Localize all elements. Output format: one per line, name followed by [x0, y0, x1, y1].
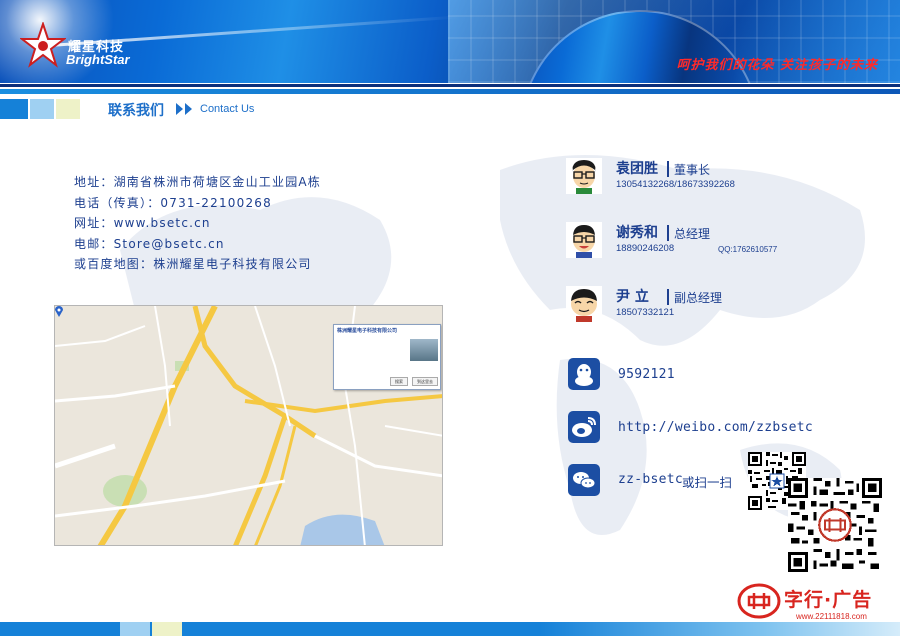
contact-phone: 电话（传真）：0731-22100268: [74, 195, 272, 210]
map-popup-photo: [410, 339, 438, 361]
section-title: 联系我们: [108, 103, 164, 119]
watermark-text: 字行·广告: [784, 589, 873, 611]
avatar-icon: [566, 286, 602, 322]
weibo-icon[interactable]: [568, 411, 600, 443]
avatar-icon: [566, 222, 602, 258]
person-phone: 18507332121: [616, 307, 675, 318]
map-pin-icon[interactable]: [55, 306, 63, 317]
person-title: 副总经理: [674, 291, 723, 305]
footer-tab-light: [120, 622, 150, 636]
contact-address: 地址：湖南省株洲市荷塘区金山工业园A栋: [74, 175, 322, 189]
map-info-popup: 株洲耀星电子科技有限公司 搜索 到这里去: [333, 324, 441, 390]
map-popup-title: 株洲耀星电子科技有限公司: [337, 328, 398, 334]
qq-icon[interactable]: [568, 358, 600, 390]
tab-block-dark: [0, 99, 28, 119]
slogan: 呵护我们的花朵 关注孩子的未来: [676, 58, 878, 73]
location-map[interactable]: 株洲耀星电子科技有限公司 搜索 到这里去: [54, 305, 443, 546]
contact-baidu-map: 或百度地图：株洲耀星电子科技有限公司: [74, 257, 312, 271]
name-divider: [667, 289, 669, 305]
watermark-logo-icon: [737, 583, 781, 619]
contact-website: 网址：www.bsetc.cn: [74, 216, 211, 230]
name-divider: [667, 225, 669, 241]
person-name: 谢秀和: [616, 225, 658, 241]
avatar-icon: [566, 158, 602, 194]
map-navigate-button[interactable]: 到这里去: [412, 377, 438, 386]
footer-tab-pale: [152, 622, 182, 636]
name-divider: [667, 161, 669, 177]
weibo-url[interactable]: http://weibo.com/zzbsetc: [618, 420, 813, 435]
wechat-icon[interactable]: [568, 464, 600, 496]
double-arrow-icon: [176, 103, 192, 115]
person-phone: 13054132268/18673392268: [616, 179, 735, 190]
wechat-id: zz-bsetc: [618, 472, 684, 487]
person-name: 袁团胜: [616, 161, 658, 177]
brightstar-star-icon: [20, 22, 66, 68]
tab-block-pale: [56, 99, 80, 119]
section-title-english: Contact Us: [200, 103, 255, 115]
tab-block-light: [30, 99, 54, 119]
person-title: 董事长: [674, 163, 711, 177]
header-stripe: [0, 89, 900, 94]
person-title: 总经理: [674, 227, 711, 241]
qq-number: 9592121: [618, 367, 675, 382]
person-qq: QQ:1762610577: [718, 245, 778, 254]
wechat-scan-hint: 或扫一扫: [682, 475, 733, 490]
contact-info: 地址：湖南省株洲市荷塘区金山工业园A栋 电话（传真）：0731-22100268…: [74, 173, 321, 276]
map-search-button[interactable]: 搜索: [390, 377, 408, 386]
person-phone: 18890246208: [616, 243, 675, 254]
logo-english: BrightStar: [66, 52, 130, 67]
header-divider: [0, 84, 900, 87]
contact-email: 电邮：Store@bsetc.cn: [74, 236, 225, 251]
header-banner: 耀星科技 BrightStar 呵护我们的花朵 关注孩子的未来: [0, 0, 900, 83]
qr-code-wechat[interactable]: [788, 478, 882, 572]
watermark-url: www.22111818.com: [796, 612, 867, 621]
person-name: 尹 立: [616, 289, 649, 305]
